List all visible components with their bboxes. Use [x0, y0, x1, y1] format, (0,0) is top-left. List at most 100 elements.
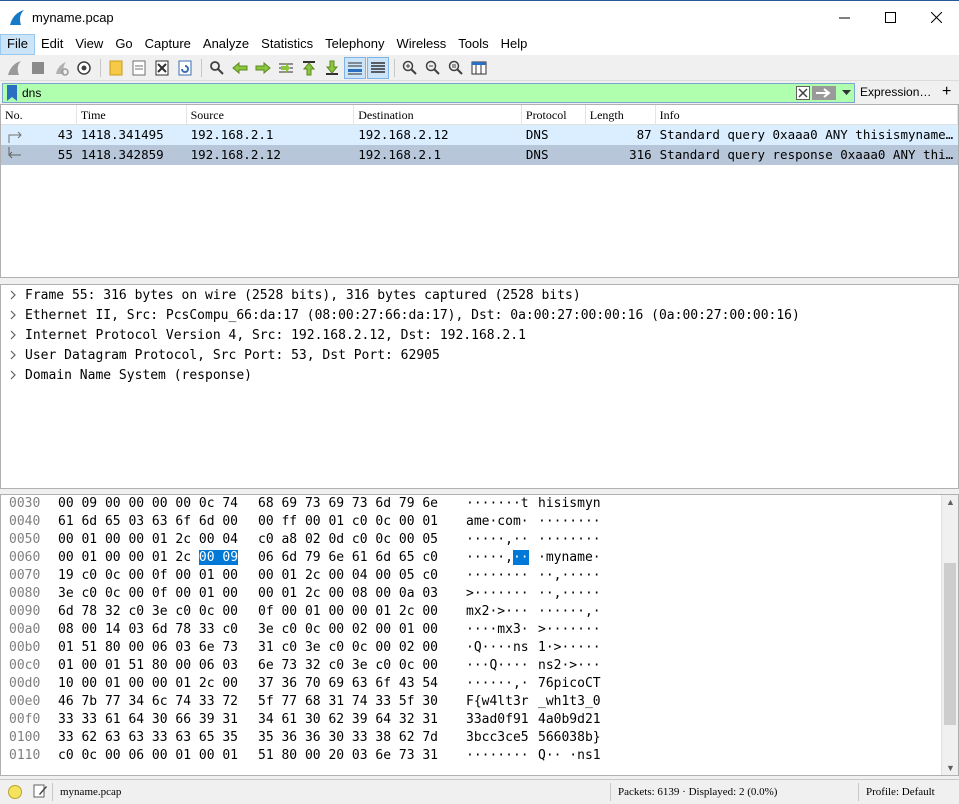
bookmark-icon[interactable] [6, 85, 18, 101]
bytes-row[interactable]: 00e0 46 7b 77 34 6c 74 33 72 5f 77 68 31 7… [1, 693, 958, 711]
chevron-right-icon [10, 310, 16, 320]
packet-row-selected[interactable]: 55 1418.342859 192.168.2.12 192.168.2.1 … [1, 145, 958, 165]
chevron-down-icon[interactable] [842, 88, 851, 97]
display-filter-input[interactable] [22, 86, 782, 100]
bytes-row[interactable]: 0060 00 01 00 00 01 2c 00 09 06 6d 79 6e 6… [1, 549, 958, 567]
bytes-offset: 0100 [9, 730, 41, 745]
menu-edit[interactable]: Edit [35, 34, 69, 55]
binary-file-icon [132, 60, 146, 75]
bytes-ascii: F{w4lt3r [466, 694, 529, 709]
bytes-row[interactable]: 0070 19 c0 0c 00 0f 00 01 00 00 01 2c 00 0… [1, 567, 958, 585]
packet-no: 43 [57, 127, 73, 142]
packet-list-header: No. Time Source Destination Protocol Len… [1, 105, 958, 125]
zoom-in-button[interactable] [399, 57, 421, 79]
detail-frame[interactable]: Frame 55: 316 bytes on wire (2528 bits),… [1, 285, 958, 305]
column-info[interactable]: Info [656, 105, 958, 124]
detail-udp[interactable]: User Datagram Protocol, Src Port: 53, Ds… [1, 345, 958, 365]
scroll-thumb[interactable] [944, 563, 956, 725]
menu-file[interactable]: File [0, 34, 35, 55]
bytes-hex: 46 7b 77 34 6c 74 33 72 [58, 694, 239, 709]
menu-analyze[interactable]: Analyze [197, 34, 255, 55]
column-source[interactable]: Source [187, 105, 355, 124]
bytes-row[interactable]: 00c0 01 00 01 51 80 00 06 03 6e 73 32 c0 3… [1, 657, 958, 675]
bytes-row[interactable]: 00b0 01 51 80 00 06 03 6e 73 31 c0 3e c0 0… [1, 639, 958, 657]
expression-button[interactable]: Expression… [860, 85, 931, 99]
column-time[interactable]: Time [77, 105, 187, 124]
bytes-hex: 08 00 14 03 6d 78 33 c0 [58, 622, 239, 637]
scroll-down-icon[interactable]: ▼ [946, 763, 955, 773]
minimize-button[interactable] [821, 1, 867, 34]
capture-comment-icon[interactable] [32, 783, 48, 799]
stop-capture-button[interactable] [27, 57, 49, 79]
find-packet-button[interactable] [206, 57, 228, 79]
scroll-up-icon[interactable]: ▲ [946, 497, 955, 507]
bytes-row[interactable]: 00f0 33 33 61 64 30 66 39 31 34 61 30 62 3… [1, 711, 958, 729]
bytes-row[interactable]: 00d0 10 00 01 00 00 01 2c 00 37 36 70 69 6… [1, 675, 958, 693]
close-file-button[interactable] [151, 57, 173, 79]
column-no[interactable]: No. [1, 105, 77, 124]
status-profile[interactable]: Profile: Default [866, 786, 935, 798]
related-request-icon [8, 131, 22, 143]
bytes-row[interactable]: 0050 00 01 00 00 01 2c 00 04 c0 a8 02 0d c… [1, 531, 958, 549]
resize-columns-button[interactable] [468, 57, 490, 79]
capture-options-button[interactable] [73, 57, 95, 79]
add-filter-button[interactable]: + [942, 83, 951, 101]
clear-filter-icon[interactable] [796, 86, 810, 100]
packet-row[interactable]: 43 1418.341495 192.168.2.1 192.168.2.12 … [1, 125, 958, 145]
autoscroll-button[interactable] [344, 56, 366, 79]
go-to-packet-button[interactable] [275, 57, 297, 79]
menu-tools[interactable]: Tools [452, 34, 494, 55]
open-file-button[interactable] [105, 57, 127, 79]
menu-statistics[interactable]: Statistics [255, 34, 319, 55]
column-protocol[interactable]: Protocol [522, 105, 586, 124]
status-separator [52, 783, 53, 801]
menu-go[interactable]: Go [109, 34, 138, 55]
bytes-row[interactable]: 0110 c0 0c 00 06 00 01 00 01 51 80 00 20 0… [1, 747, 958, 765]
maximize-button[interactable] [867, 1, 913, 34]
save-file-button[interactable] [128, 57, 150, 79]
start-capture-button[interactable] [4, 57, 26, 79]
bytes-hex: 6e 73 32 c0 3e c0 0c 00 [258, 658, 439, 673]
packet-length: 316 [629, 147, 652, 162]
close-icon [930, 12, 942, 23]
bytes-hex: 01 51 80 00 06 03 6e 73 [58, 640, 239, 655]
go-first-button[interactable] [298, 57, 320, 79]
bytes-row[interactable]: 0080 3e c0 0c 00 0f 00 01 00 00 01 2c 00 0… [1, 585, 958, 603]
bytes-ascii: 566038b} [538, 730, 601, 745]
column-destination[interactable]: Destination [354, 105, 522, 124]
detail-dns[interactable]: Domain Name System (response) [1, 365, 958, 385]
go-forward-button[interactable] [252, 57, 274, 79]
column-length[interactable]: Length [586, 105, 656, 124]
bytes-hex: c0 0c 00 06 00 01 00 01 [58, 748, 239, 763]
menu-view[interactable]: View [69, 34, 109, 55]
bytes-row[interactable]: 00a0 08 00 14 03 6d 78 33 c0 3e c0 0c 00 0… [1, 621, 958, 639]
menu-wireless[interactable]: Wireless [390, 34, 452, 55]
menu-help[interactable]: Help [495, 34, 534, 55]
expert-info-icon[interactable] [8, 785, 22, 799]
bytes-row[interactable]: 0100 33 62 63 63 33 63 65 35 35 36 36 30 3… [1, 729, 958, 747]
bytes-row[interactable]: 0040 61 6d 65 03 63 6f 6d 00 00 ff 00 01 c… [1, 513, 958, 531]
normal-size-button[interactable] [445, 57, 467, 79]
menu-capture[interactable]: Capture [139, 34, 197, 55]
go-back-button[interactable] [229, 57, 251, 79]
zoom-out-button[interactable] [422, 57, 444, 79]
restart-capture-button[interactable] [50, 57, 72, 79]
bytes-hex: 00 01 00 00 01 2c 00 04 [58, 532, 239, 547]
colorize-button[interactable] [367, 56, 389, 79]
reload-file-button[interactable] [174, 57, 196, 79]
bytes-row[interactable]: 0030 00 09 00 00 00 00 0c 74 68 69 73 69 7… [1, 495, 958, 513]
bytes-offset: 0070 [9, 568, 41, 583]
bytes-row[interactable]: 0090 6d 78 32 c0 3e c0 0c 00 0f 00 01 00 0… [1, 603, 958, 621]
close-button[interactable] [913, 1, 959, 34]
bytes-ascii: ·Q····ns [466, 640, 529, 655]
apply-filter-icon[interactable] [812, 85, 836, 101]
bytes-ascii: ame·com· [466, 514, 529, 529]
detail-ipv4[interactable]: Internet Protocol Version 4, Src: 192.16… [1, 325, 958, 345]
detail-ethernet[interactable]: Ethernet II, Src: PcsCompu_66:da:17 (08:… [1, 305, 958, 325]
reload-icon [178, 60, 192, 75]
bytes-scrollbar[interactable]: ▲ ▼ [941, 495, 958, 775]
go-last-button[interactable] [321, 57, 343, 79]
bytes-ascii: ··,····· [538, 586, 601, 601]
menu-telephony[interactable]: Telephony [319, 34, 390, 55]
arrow-right-icon [255, 61, 271, 74]
